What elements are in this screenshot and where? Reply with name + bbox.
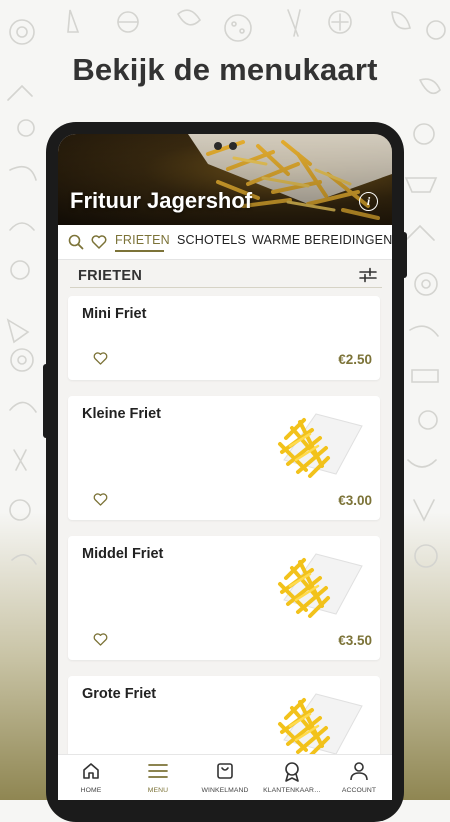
favorites-heart-icon[interactable] xyxy=(91,235,107,249)
nav-home[interactable]: HOME xyxy=(58,755,124,800)
product-price: €2.50 xyxy=(338,352,372,367)
category-tab-bar: FRIETEN SCHOTELS WARME BEREIDINGEN xyxy=(58,225,392,260)
product-card-mini-friet[interactable]: Mini Friet €2.50 xyxy=(68,296,380,380)
section-title: FRIETEN xyxy=(78,268,143,284)
section-divider xyxy=(70,287,382,288)
nav-label: KLANTENKAAR… xyxy=(263,787,321,794)
product-price: €3.00 xyxy=(338,493,372,508)
nav-klantenkaart[interactable]: KLANTENKAAR… xyxy=(259,755,325,800)
nav-account[interactable]: ACCOUNT xyxy=(326,755,392,800)
nav-label: MENU xyxy=(147,787,169,794)
bottom-navigation: HOME MENU WINKELMAND KLANTENKAAR… ACCOUN… xyxy=(58,754,392,800)
camera-dot xyxy=(229,142,237,150)
favorite-heart-icon[interactable] xyxy=(93,633,108,646)
product-name: Grote Friet xyxy=(82,686,157,702)
home-icon xyxy=(83,763,99,779)
active-tab-indicator xyxy=(115,250,164,252)
menu-icon xyxy=(148,764,168,778)
filter-sliders-icon[interactable] xyxy=(359,267,377,283)
product-price: €3.50 xyxy=(338,633,372,648)
search-icon[interactable] xyxy=(68,234,84,250)
product-name: Middel Friet xyxy=(82,546,164,562)
basket-icon xyxy=(217,763,233,779)
nav-label: HOME xyxy=(80,787,102,794)
tab-schotels[interactable]: SCHOTELS xyxy=(177,233,246,247)
info-icon[interactable]: i xyxy=(359,192,378,211)
tab-frieten[interactable]: FRIETEN xyxy=(115,233,170,247)
tab-warme-bereidingen[interactable]: WARME BEREIDINGEN xyxy=(252,233,392,247)
user-icon xyxy=(350,762,368,781)
favorite-heart-icon[interactable] xyxy=(93,493,108,506)
app-screen: Frituur Jagershof i FRIETEN SCHOTELS WAR… xyxy=(58,134,392,800)
promo-headline: Bekijk de menukaart xyxy=(72,52,378,87)
nav-label: WINKELMAND xyxy=(201,787,249,794)
fries-cone-image xyxy=(278,413,363,478)
camera-dot xyxy=(214,142,222,150)
favorite-heart-icon[interactable] xyxy=(93,352,108,365)
restaurant-name: Frituur Jagershof xyxy=(70,188,253,213)
hero-banner: Frituur Jagershof i xyxy=(58,134,392,225)
fries-cone-image xyxy=(278,693,363,758)
product-card-middel-friet[interactable]: Middel Friet €3.50 xyxy=(68,536,380,660)
nav-winkelmand[interactable]: WINKELMAND xyxy=(192,755,258,800)
nav-label: ACCOUNT xyxy=(341,787,377,794)
product-name: Mini Friet xyxy=(82,306,147,322)
fries-cone-image xyxy=(278,553,363,618)
product-card-kleine-friet[interactable]: Kleine Friet €3.00 xyxy=(68,396,380,520)
product-name: Kleine Friet xyxy=(82,406,161,422)
nav-menu[interactable]: MENU xyxy=(125,755,191,800)
award-icon xyxy=(285,762,299,782)
